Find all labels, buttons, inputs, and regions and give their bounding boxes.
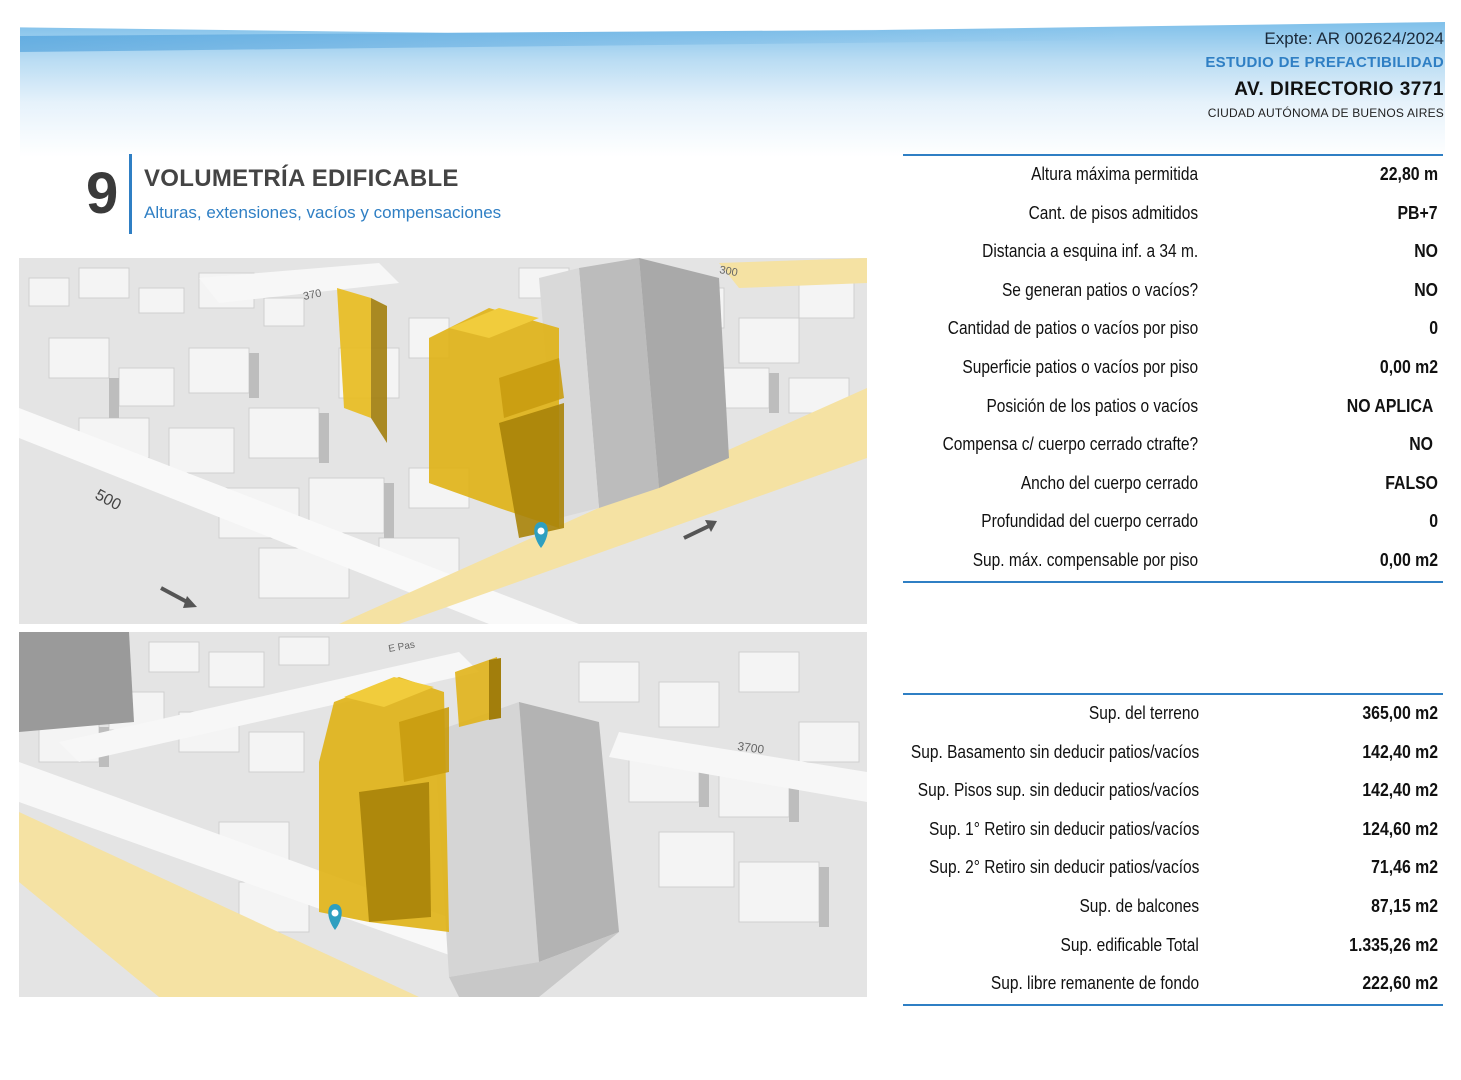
table-row: Cantidad de patios o vacíos por piso 0 [903,310,1443,349]
table-bottom-rule [903,1003,1443,1006]
row-value: 142,40 m2 [1362,780,1438,801]
row-value: 142,40 m2 [1362,741,1438,762]
row-value: 22,80 m [1379,164,1438,184]
row-label: Distancia a esquina inf. a 34 m. [982,241,1198,262]
row-value: PB+7 [1397,202,1438,223]
volumetric-map-bottom[interactable]: 3700 E Pas [19,632,867,997]
table-row: Sup. libre remanente de fondo 222,60 m2 [903,965,1443,1004]
row-value: FALSO [1385,472,1438,493]
study-type: ESTUDIO DE PREFACTIBILIDAD [1205,54,1444,71]
row-value: 0 [1429,318,1438,339]
table-row: Cant. de pisos admitidos PB+7 [903,195,1443,234]
table-row: Sup. máx. compensable por piso 0,00 m2 [903,542,1443,581]
row-label: Sup. 1° Retiro sin deducir patios/vacíos [928,818,1199,839]
property-address: AV. DIRECTORIO 3771 [1234,79,1444,100]
table-row: Ancho del cuerpo cerrado FALSO [903,465,1443,504]
table-row: Posición de los patios o vacíos NO APLICA [903,388,1443,427]
row-label: Posición de los patios o vacíos [986,395,1198,416]
row-value: 71,46 m2 [1371,857,1438,878]
row-value: 1.335,26 m2 [1349,934,1438,955]
row-label: Se generan patios o vacíos? [1001,279,1198,300]
table-row: Sup. 2° Retiro sin deducir patios/vacíos… [903,849,1443,888]
row-label: Cant. de pisos admitidos [1028,202,1198,223]
row-value: 87,15 m2 [1371,895,1438,916]
table-row: Sup. 1° Retiro sin deducir patios/vacíos… [903,811,1443,850]
row-value: 222,60 m2 [1362,973,1438,994]
row-label: Sup. libre remanente de fondo [990,973,1199,994]
section-number: 9 [86,161,119,226]
row-label: Sup. de balcones [1079,895,1199,916]
row-value: 124,60 m2 [1362,818,1438,839]
surface-areas-table: Sup. del terreno 365,00 m2 Sup. Basamento… [903,693,1443,1006]
row-label: Ancho del cuerpo cerrado [1020,472,1198,493]
document-header: Expte: AR 002624/2024 ESTUDIO DE PREFACT… [1205,28,1444,122]
city-name: CIUDAD AUTÓNOMA DE BUENOS AIRES [1207,106,1444,120]
table-row: Distancia a esquina inf. a 34 m. NO [903,233,1443,272]
table-row: Sup. de balcones 87,15 m2 [903,888,1443,927]
table-row: Sup. Pisos sup. sin deducir patios/vacío… [903,772,1443,811]
section-divider [129,154,132,234]
section-title: VOLUMETRÍA EDIFICABLE [144,165,459,192]
row-label: Sup. edificable Total [1060,934,1199,955]
row-value: 0,00 m2 [1379,356,1438,377]
row-value: NO [1409,434,1433,455]
table-row: Sup. del terreno 365,00 m2 [903,695,1443,734]
row-label: Altura máxima permitida [1031,164,1198,184]
table-row: Sup. Basamento sin deducir patios/vacíos… [903,734,1443,773]
row-label: Sup. del terreno [1088,703,1199,723]
row-value: 365,00 m2 [1362,703,1438,723]
table-row: Profundidad del cuerpo cerrado 0 [903,503,1443,542]
row-label: Sup. Pisos sup. sin deducir patios/vacío… [917,780,1199,801]
table-row: Superficie patios o vacíos por piso 0,00 … [903,349,1443,388]
table-row: Sup. edificable Total 1.335,26 m2 [903,927,1443,966]
row-label: Sup. Basamento sin deducir patios/vacíos [910,741,1199,762]
table-row: Altura máxima permitida 22,80 m [903,156,1443,195]
table-row: Compensa c/ cuerpo cerrado ctrafte? NO [903,426,1443,465]
row-label: Superficie patios o vacíos por piso [962,356,1198,377]
row-value: 0 [1429,511,1438,532]
expediente-number: Expte: AR 002624/2024 [1264,29,1444,48]
row-label: Compensa c/ cuerpo cerrado ctrafte? [942,434,1198,455]
row-label: Cantidad de patios o vacíos por piso [947,318,1198,339]
building-parameters-table: Altura máxima permitida 22,80 m Cant. de … [903,154,1443,583]
row-value: NO APLICA [1346,395,1433,416]
row-label: Sup. 2° Retiro sin deducir patios/vacíos [928,857,1199,878]
table-bottom-rule [903,580,1443,583]
row-value: NO [1414,279,1438,300]
row-label: Profundidad del cuerpo cerrado [981,511,1198,532]
row-value: 0,00 m2 [1379,549,1438,570]
row-label: Sup. máx. compensable por piso [972,549,1198,570]
row-value: NO [1414,241,1438,262]
section-subtitle: Alturas, extensiones, vacíos y compensac… [144,203,502,222]
volumetric-map-top[interactable]: 500 370 300 [19,258,867,624]
table-row: Se generan patios o vacíos? NO [903,272,1443,311]
